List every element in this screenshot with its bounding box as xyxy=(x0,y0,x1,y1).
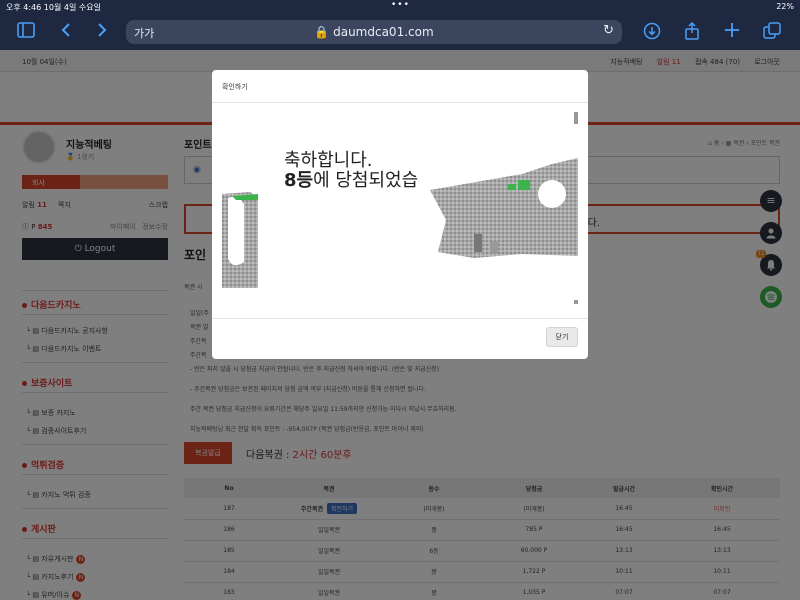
close-button[interactable]: 닫기 xyxy=(546,327,578,347)
modal-title: 확인하기 xyxy=(222,83,248,91)
tabs-icon[interactable] xyxy=(762,22,782,42)
back-icon[interactable] xyxy=(56,22,76,42)
multitask-dots[interactable]: ••• xyxy=(391,0,410,10)
scratch-residue xyxy=(222,112,578,304)
forward-icon[interactable] xyxy=(92,22,112,42)
status-bar: 오후 4:46 10월 4일 수요일 ••• 22% xyxy=(0,0,800,14)
rank-suffix: 에 당첨되었습 xyxy=(313,170,419,191)
address-bar[interactable]: 가가 🔒 daumdca01.com ↻ xyxy=(126,20,622,44)
status-time: 오후 4:46 10월 4일 수요일 xyxy=(6,3,101,12)
reload-icon[interactable]: ↻ xyxy=(603,23,614,38)
download-icon[interactable] xyxy=(642,22,662,42)
rank-value: 8등 xyxy=(284,170,314,191)
share-icon[interactable] xyxy=(682,21,702,42)
battery-status: 22% xyxy=(776,2,794,11)
modal-divider xyxy=(212,102,588,103)
scratch-card[interactable] xyxy=(222,112,578,304)
sidebar-icon[interactable] xyxy=(16,22,36,42)
url-text[interactable]: 🔒 daumdca01.com xyxy=(126,25,622,39)
rank-text: 8등에 당첨되었습 xyxy=(284,166,418,192)
lottery-result-modal: 확인하기 축하합니다. 8등에 당첨되었습 닫기 xyxy=(212,70,588,359)
modal-divider xyxy=(212,318,588,319)
new-tab-icon[interactable] xyxy=(722,22,742,42)
browser-toolbar: 가가 🔒 daumdca01.com ↻ xyxy=(0,14,800,50)
